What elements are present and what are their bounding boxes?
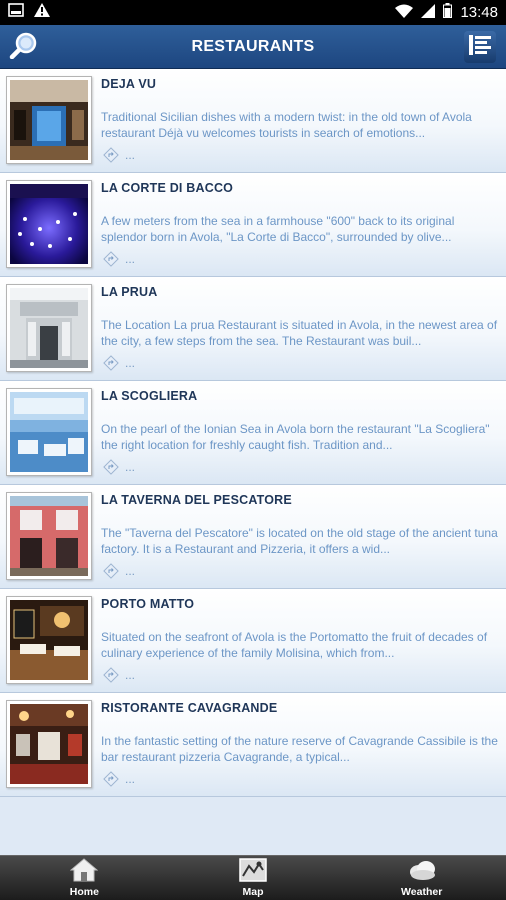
restaurant-description: The "Taverna del Pescatore" is located o… xyxy=(101,526,498,556)
list-item[interactable]: LA SCOGLIERA On the pearl of the Ionian … xyxy=(0,381,506,485)
map-icon xyxy=(239,858,267,886)
directions-icon[interactable] xyxy=(103,459,119,475)
restaurant-name: LA CORTE DI BACCO xyxy=(101,181,234,195)
more-text: ... xyxy=(125,460,136,474)
nav-weather-label: Weather xyxy=(401,886,443,898)
weather-icon xyxy=(407,858,437,886)
nav-map-label: Map xyxy=(242,886,264,898)
more-text: ... xyxy=(125,356,136,370)
directions-icon[interactable] xyxy=(103,771,119,787)
restaurant-description: Situated on the seafront of Avola is the… xyxy=(101,630,488,660)
app-header: RESTAURANTS xyxy=(0,25,506,69)
list-menu-icon xyxy=(469,34,491,60)
restaurant-thumbnail xyxy=(6,492,92,580)
search-icon xyxy=(9,31,39,64)
list-item[interactable]: LA CORTE DI BACCO A few meters from the … xyxy=(0,173,506,277)
battery-icon xyxy=(443,3,453,22)
restaurant-thumbnail xyxy=(6,180,92,268)
directions-icon[interactable] xyxy=(103,251,119,267)
directions-icon[interactable] xyxy=(103,147,119,163)
more-text: ... xyxy=(125,772,136,786)
list-item[interactable]: RISTORANTE CAVAGRANDE In the fantastic s… xyxy=(0,693,506,797)
restaurant-thumbnail xyxy=(6,700,92,788)
nav-weather[interactable]: Weather xyxy=(337,856,506,900)
restaurant-description: On the pearl of the Ionian Sea in Avola … xyxy=(101,422,490,452)
restaurant-thumbnail xyxy=(6,596,92,684)
more-text: ... xyxy=(125,564,136,578)
list-menu-button[interactable] xyxy=(464,31,496,63)
restaurant-thumbnail xyxy=(6,388,92,476)
more-text: ... xyxy=(125,148,136,162)
list-item[interactable]: PORTO MATTO Situated on the seafront of … xyxy=(0,589,506,693)
restaurant-description: Traditional Sicilian dishes with a moder… xyxy=(101,110,472,140)
list-item[interactable]: DEJA VU Traditional Sicilian dishes with… xyxy=(0,69,506,173)
page-title: RESTAURANTS xyxy=(191,37,315,55)
home-icon xyxy=(69,858,99,886)
restaurant-name: DEJA VU xyxy=(101,77,157,91)
directions-icon[interactable] xyxy=(103,563,119,579)
restaurant-description: A few meters from the sea in a farmhouse… xyxy=(101,214,455,244)
restaurant-name: RISTORANTE CAVAGRANDE xyxy=(101,701,278,715)
nav-map[interactable]: Map xyxy=(169,856,338,900)
nav-home[interactable]: Home xyxy=(0,856,169,900)
more-text: ... xyxy=(125,252,136,266)
restaurant-name: LA SCOGLIERA xyxy=(101,389,198,403)
restaurant-name: PORTO MATTO xyxy=(101,597,195,611)
directions-icon[interactable] xyxy=(103,667,119,683)
bottom-nav: Home Map Weather xyxy=(0,855,506,900)
image-icon xyxy=(8,3,24,22)
restaurant-name: LA TAVERNA DEL PESCATORE xyxy=(101,493,292,507)
list-item[interactable]: LA PRUA The Location La prua Restaurant … xyxy=(0,277,506,381)
status-bar: 13:48 xyxy=(0,0,506,25)
list-item[interactable]: LA TAVERNA DEL PESCATORE The "Taverna de… xyxy=(0,485,506,589)
restaurant-description: In the fantastic setting of the nature r… xyxy=(101,734,498,764)
restaurant-thumbnail xyxy=(6,76,92,164)
warning-icon xyxy=(34,3,50,22)
restaurant-name: LA PRUA xyxy=(101,285,158,299)
restaurant-description: The Location La prua Restaurant is situa… xyxy=(101,318,498,348)
restaurant-list: DEJA VU Traditional Sicilian dishes with… xyxy=(0,69,506,797)
directions-icon[interactable] xyxy=(103,355,119,371)
search-button[interactable] xyxy=(8,32,40,62)
clock: 13:48 xyxy=(460,4,498,21)
more-text: ... xyxy=(125,668,136,682)
nav-home-label: Home xyxy=(69,886,99,898)
wifi-icon xyxy=(395,4,414,22)
restaurant-thumbnail xyxy=(6,284,92,372)
signal-icon xyxy=(421,3,436,22)
